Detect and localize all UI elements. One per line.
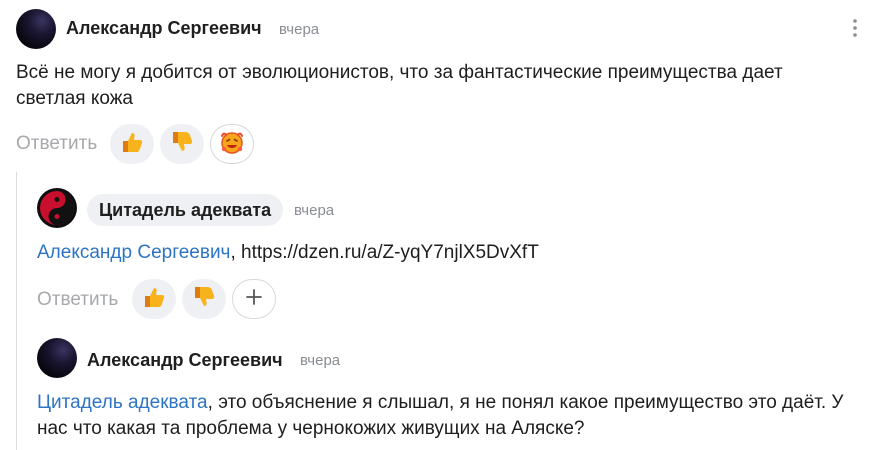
laughing-emoji-icon	[217, 127, 247, 162]
like-button[interactable]	[110, 124, 154, 164]
add-reaction-button[interactable]	[232, 279, 276, 319]
reaction-button[interactable]	[210, 124, 254, 164]
avatar[interactable]	[37, 188, 77, 228]
comment-author[interactable]: Александр Сергеевич	[66, 18, 262, 39]
comment-author[interactable]: Александр Сергеевич	[87, 350, 283, 371]
comment-author[interactable]: Цитадель адеквата	[87, 194, 284, 226]
comment-text: Цитадель адеквата, это объяснение я слыш…	[37, 390, 867, 442]
comment-text-body: , https://dzen.ru/a/Z-yqY7njlX5DvXfT	[230, 242, 539, 263]
add-reaction-icon	[245, 288, 263, 311]
reply-button[interactable]: Ответить	[16, 133, 97, 155]
like-button[interactable]	[132, 279, 176, 319]
thread-line	[16, 172, 17, 450]
thumbs-up-icon	[141, 284, 167, 315]
mention-link[interactable]: Цитадель адеквата	[37, 392, 208, 413]
comment-time: вчера	[294, 202, 335, 219]
dislike-button[interactable]	[182, 279, 226, 319]
avatar[interactable]	[16, 9, 56, 49]
thumbs-down-icon	[169, 129, 195, 160]
avatar[interactable]	[37, 338, 77, 378]
reply-button[interactable]: Ответить	[37, 289, 118, 311]
comment-time: вчера	[279, 21, 320, 38]
thumbs-up-icon	[119, 129, 145, 160]
comment-time: вчера	[300, 352, 341, 369]
comment-text: Всё не могу я добится от эволюционистов,…	[16, 62, 783, 109]
mention-link[interactable]: Александр Сергеевич	[37, 242, 230, 263]
more-vertical-icon[interactable]	[847, 16, 863, 40]
thumbs-down-icon	[191, 284, 217, 315]
dislike-button[interactable]	[160, 124, 204, 164]
comment-text: Александр Сергеевич, https://dzen.ru/a/Z…	[37, 240, 857, 266]
